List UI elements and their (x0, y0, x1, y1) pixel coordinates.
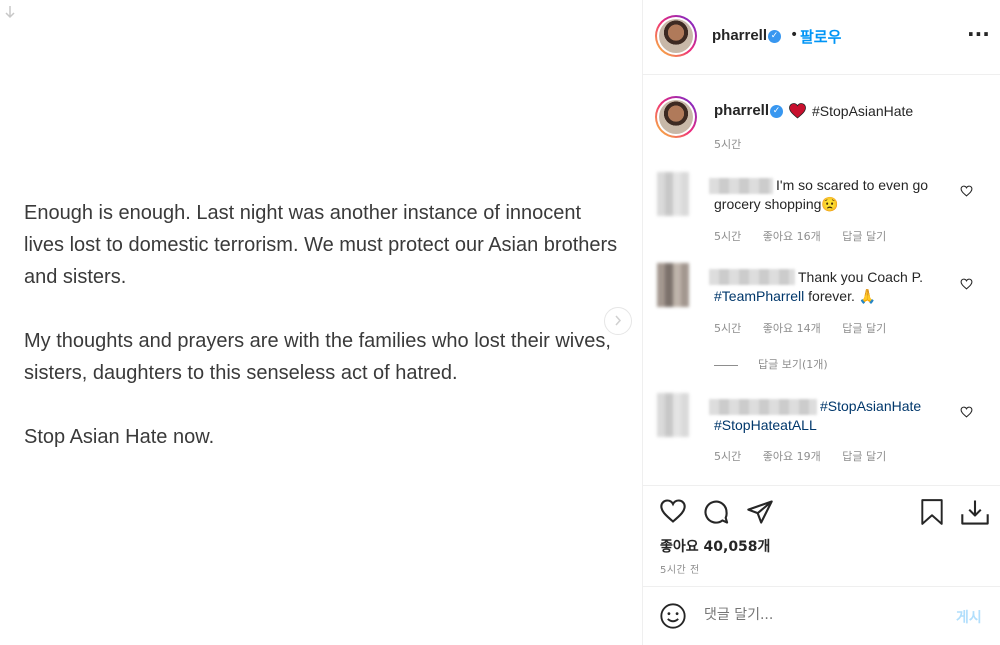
header-avatar[interactable] (655, 15, 697, 57)
worried-emoji: 😟 (821, 196, 839, 212)
post-comment-button[interactable]: 게시 (956, 607, 982, 627)
comment-likes[interactable]: 좋아요 16개 (763, 230, 821, 243)
post-paragraph-3: Stop Asian Hate now. (24, 426, 215, 448)
emoji-icon[interactable] (659, 602, 687, 630)
verified-icon: ✓ (768, 30, 781, 43)
comment-likes[interactable]: 좋아요 19개 (763, 450, 821, 463)
follow-button[interactable]: 팔로우 (800, 26, 841, 47)
more-icon[interactable]: ··· (967, 22, 990, 46)
comment-time: 5시간 (714, 230, 742, 243)
comment-hashtag[interactable]: #StopAsianHate (820, 398, 921, 414)
caption-username[interactable]: pharrell (714, 102, 769, 119)
caption-time: 5시간 (714, 138, 742, 151)
comment-heart-icon[interactable] (960, 185, 973, 197)
caption-avatar[interactable] (655, 96, 697, 138)
comment-text: Thank you Coach P. #TeamPharrell forever… (714, 269, 924, 304)
separator-dot: • (790, 27, 799, 43)
comment-time: 5시간 (714, 450, 742, 463)
likes-count[interactable]: 좋아요 40,058개 (660, 536, 770, 556)
comment-text: I'm so scared to even go grocery shoppin… (714, 177, 929, 212)
post-image: Enough is enough. Last night was another… (0, 0, 642, 645)
comment-avatar[interactable] (657, 263, 689, 307)
pray-emoji: 🙏 (858, 288, 877, 304)
post-text: Enough is enough. Last night was another… (24, 197, 624, 485)
heart-icon[interactable] (659, 498, 687, 524)
comment-input[interactable] (704, 607, 924, 623)
next-arrow-button[interactable] (604, 307, 632, 335)
verified-icon: ✓ (770, 105, 783, 118)
caption-hashtag[interactable]: #StopAsianHate (812, 102, 913, 121)
comment-heart-icon[interactable] (960, 406, 973, 418)
comment-avatar[interactable] (657, 393, 689, 437)
post-paragraph-2: My thoughts and prayers are with the fam… (24, 330, 611, 384)
comment-meta: 5시간 좋아요 16개 답글 달기 (714, 228, 904, 244)
comment-meta: 5시간 좋아요 14개 답글 달기 (714, 320, 904, 336)
post-time: 5시간 전 (660, 565, 700, 576)
comment-hashtag[interactable]: #TeamPharrell (714, 288, 804, 304)
download-icon[interactable] (2, 4, 18, 24)
comment-hashtag[interactable]: #StopHateatALL (714, 417, 817, 433)
comment-time: 5시간 (714, 322, 742, 335)
comment-heart-icon[interactable] (960, 278, 973, 290)
reply-button[interactable]: 답글 달기 (842, 450, 886, 463)
comment-meta: 5시간 좋아요 19개 답글 달기 (714, 448, 904, 464)
view-replies-button[interactable]: 답글 보기(1개) (714, 356, 846, 372)
comment-icon[interactable] (702, 498, 730, 526)
header-username[interactable]: pharrell (712, 27, 767, 44)
reply-button[interactable]: 답글 달기 (842, 230, 886, 243)
post-paragraph-1: Enough is enough. Last night was another… (24, 202, 618, 288)
bookmark-icon[interactable] (919, 498, 945, 526)
next-arrow-icon (615, 315, 622, 326)
view-replies-label: 답글 보기(1개) (758, 358, 828, 371)
share-icon[interactable] (746, 498, 774, 526)
comment-avatar[interactable] (657, 172, 689, 216)
red-heart-emoji (789, 103, 806, 119)
comment-likes[interactable]: 좋아요 14개 (763, 322, 821, 335)
reply-button[interactable]: 답글 달기 (842, 322, 886, 335)
save-icon[interactable] (960, 498, 990, 526)
comment-text: #StopAsianHate #StopHateatALL (714, 397, 954, 435)
